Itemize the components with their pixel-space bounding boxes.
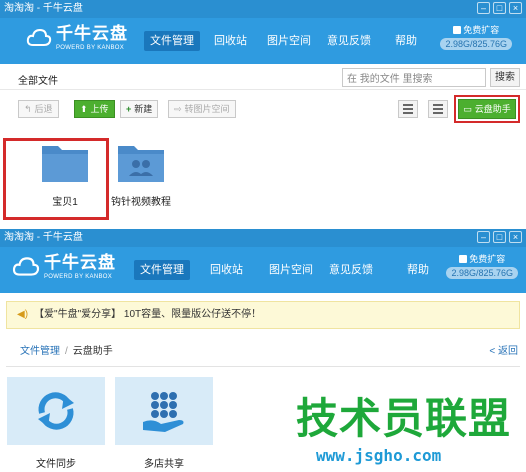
free-expand-link[interactable]: 免费扩容 — [440, 24, 512, 36]
minimize-icon[interactable]: – — [477, 2, 490, 14]
sync-arrows-icon — [38, 392, 74, 430]
breadcrumb-current: 云盘助手 — [72, 346, 113, 357]
app-file-sync[interactable]: 文件同步 — [6, 377, 106, 470]
app-header: 千牛云盘 POWERD BY KANBOX 文件管理 回收站 图片空间 意见反馈… — [0, 18, 526, 64]
storage-usage: 2.98G/825.76G — [446, 267, 518, 279]
share-grid-icon — [143, 392, 184, 432]
transfer-icon: ⇨ — [174, 104, 182, 114]
cloud-logo-icon — [26, 28, 52, 46]
app-multi-shop-share[interactable]: 多店共享 — [114, 377, 214, 470]
nav-help[interactable]: 帮助 — [401, 260, 435, 280]
sort-view-button[interactable] — [398, 100, 418, 118]
watermark-logo: 技术员联盟 — [296, 394, 512, 443]
sort-icon — [403, 104, 413, 106]
logo: 千牛云盘 POWERD BY KANBOX — [12, 253, 116, 281]
breadcrumb-row: 全部文件 在 我的文件 里搜索 搜索 — [0, 64, 526, 90]
to-image-space-button[interactable]: ⇨ 转图片空间 — [168, 100, 236, 118]
main-nav: 文件管理 回收站 图片空间 意见反馈 帮助 — [144, 31, 423, 51]
storage-usage: 2.98G/825.76G — [440, 38, 512, 50]
upload-arrow-icon: ⬆ — [80, 104, 88, 114]
maximize-icon[interactable]: □ — [493, 2, 506, 14]
cloud-helper-button[interactable]: ▭ 云盘助手 — [458, 99, 516, 119]
logo-name: 千牛云盘 — [56, 24, 128, 43]
nav-recycle-bin[interactable]: 回收站 — [204, 260, 249, 280]
watermark-url: www.jsgho.com — [316, 446, 442, 465]
file-sync-tile[interactable] — [7, 377, 105, 445]
window-title: 淘淘淘 - 千牛云盘 — [4, 232, 83, 243]
search-placeholder: 在 我的文件 里搜索 — [347, 74, 433, 85]
shared-folder-icon — [118, 146, 164, 182]
nav-help[interactable]: 帮助 — [389, 31, 423, 51]
maximize-icon[interactable]: □ — [493, 231, 506, 243]
quota: 免费扩容 2.98G/825.76G — [440, 24, 512, 50]
minimize-icon[interactable]: – — [477, 231, 490, 243]
logo-powered-by: POWERD BY KANBOX — [56, 45, 125, 51]
nav-file-management[interactable]: 文件管理 — [144, 31, 200, 51]
nav-feedback[interactable]: 意见反馈 — [323, 260, 379, 280]
breadcrumb-root-link[interactable]: 文件管理 — [20, 346, 60, 357]
banner-text: 【爱"牛盘"爱分享】 10T容量、限量版公仔送不停！ — [34, 309, 262, 320]
window-controls: – □ × — [477, 2, 522, 14]
breadcrumb-separator: / — [65, 346, 68, 357]
search-input[interactable]: 在 我的文件 里搜索 — [342, 68, 486, 87]
app-label: 文件同步 — [36, 459, 76, 470]
file-item[interactable]: 钩针视频教程 — [106, 140, 176, 208]
promo-banner[interactable]: ◀) 【爱"牛盘"爱分享】 10T容量、限量版公仔送不停！ — [6, 301, 520, 329]
window-controls: – □ × — [477, 231, 522, 243]
nav-feedback[interactable]: 意见反馈 — [321, 31, 377, 51]
back-arrow-icon: ↰ — [24, 104, 32, 114]
back-link[interactable]: < 返回 — [489, 342, 518, 357]
list-view-button[interactable] — [428, 100, 448, 118]
nav-recycle-bin[interactable]: 回收站 — [208, 31, 253, 51]
title-bar: 淘淘淘 - 千牛云盘 – □ × — [0, 0, 526, 18]
logo-name: 千牛云盘 — [44, 253, 116, 272]
title-bar: 淘淘淘 - 千牛云盘 – □ × — [0, 229, 526, 247]
file-sync-highlight — [3, 138, 109, 220]
nav-image-space[interactable]: 图片空间 — [261, 31, 317, 51]
close-icon[interactable]: × — [509, 231, 522, 243]
cloud-logo-icon — [12, 257, 40, 276]
nav-image-space[interactable]: 图片空间 — [263, 260, 319, 280]
main-nav: 文件管理 回收站 图片空间 意见反馈 帮助 — [134, 260, 435, 280]
helper-highlight: ▭ 云盘助手 — [454, 95, 520, 123]
plus-icon: + — [126, 104, 132, 114]
close-icon[interactable]: × — [509, 2, 522, 14]
quota: 免费扩容 2.98G/825.76G — [446, 253, 518, 279]
window-title: 淘淘淘 - 千牛云盘 — [4, 3, 83, 14]
search-button[interactable]: 搜索 — [490, 68, 520, 87]
plus-icon — [453, 26, 462, 34]
logo: 千牛云盘 POWERD BY KANBOX — [26, 24, 128, 52]
upload-button[interactable]: ⬆ 上传 — [74, 100, 115, 118]
multi-shop-tile[interactable] — [115, 377, 213, 445]
speaker-icon: ◀) — [17, 309, 29, 320]
nav-file-management[interactable]: 文件管理 — [134, 260, 190, 280]
monitor-icon: ▭ — [463, 104, 472, 114]
plus-icon — [459, 255, 468, 263]
list-icon — [433, 104, 443, 106]
new-button[interactable]: + 新建 — [120, 100, 159, 118]
breadcrumb: 文件管理 / 云盘助手 < 返回 — [0, 329, 526, 367]
toolbar: ↰ 后退 ⬆ 上传 + 新建 ⇨ 转图片空间 ▭ 云盘助手 — [0, 90, 526, 126]
app-label: 多店共享 — [144, 459, 184, 470]
back-button[interactable]: ↰ 后退 — [18, 100, 59, 118]
logo-powered-by: POWERD BY KANBOX — [44, 274, 113, 280]
breadcrumb[interactable]: 全部文件 — [18, 72, 58, 87]
file-name: 钩针视频教程 — [111, 197, 171, 208]
free-expand-link[interactable]: 免费扩容 — [446, 253, 518, 265]
app-header: 千牛云盘 POWERD BY KANBOX 文件管理 回收站 图片空间 意见反馈… — [0, 247, 526, 293]
